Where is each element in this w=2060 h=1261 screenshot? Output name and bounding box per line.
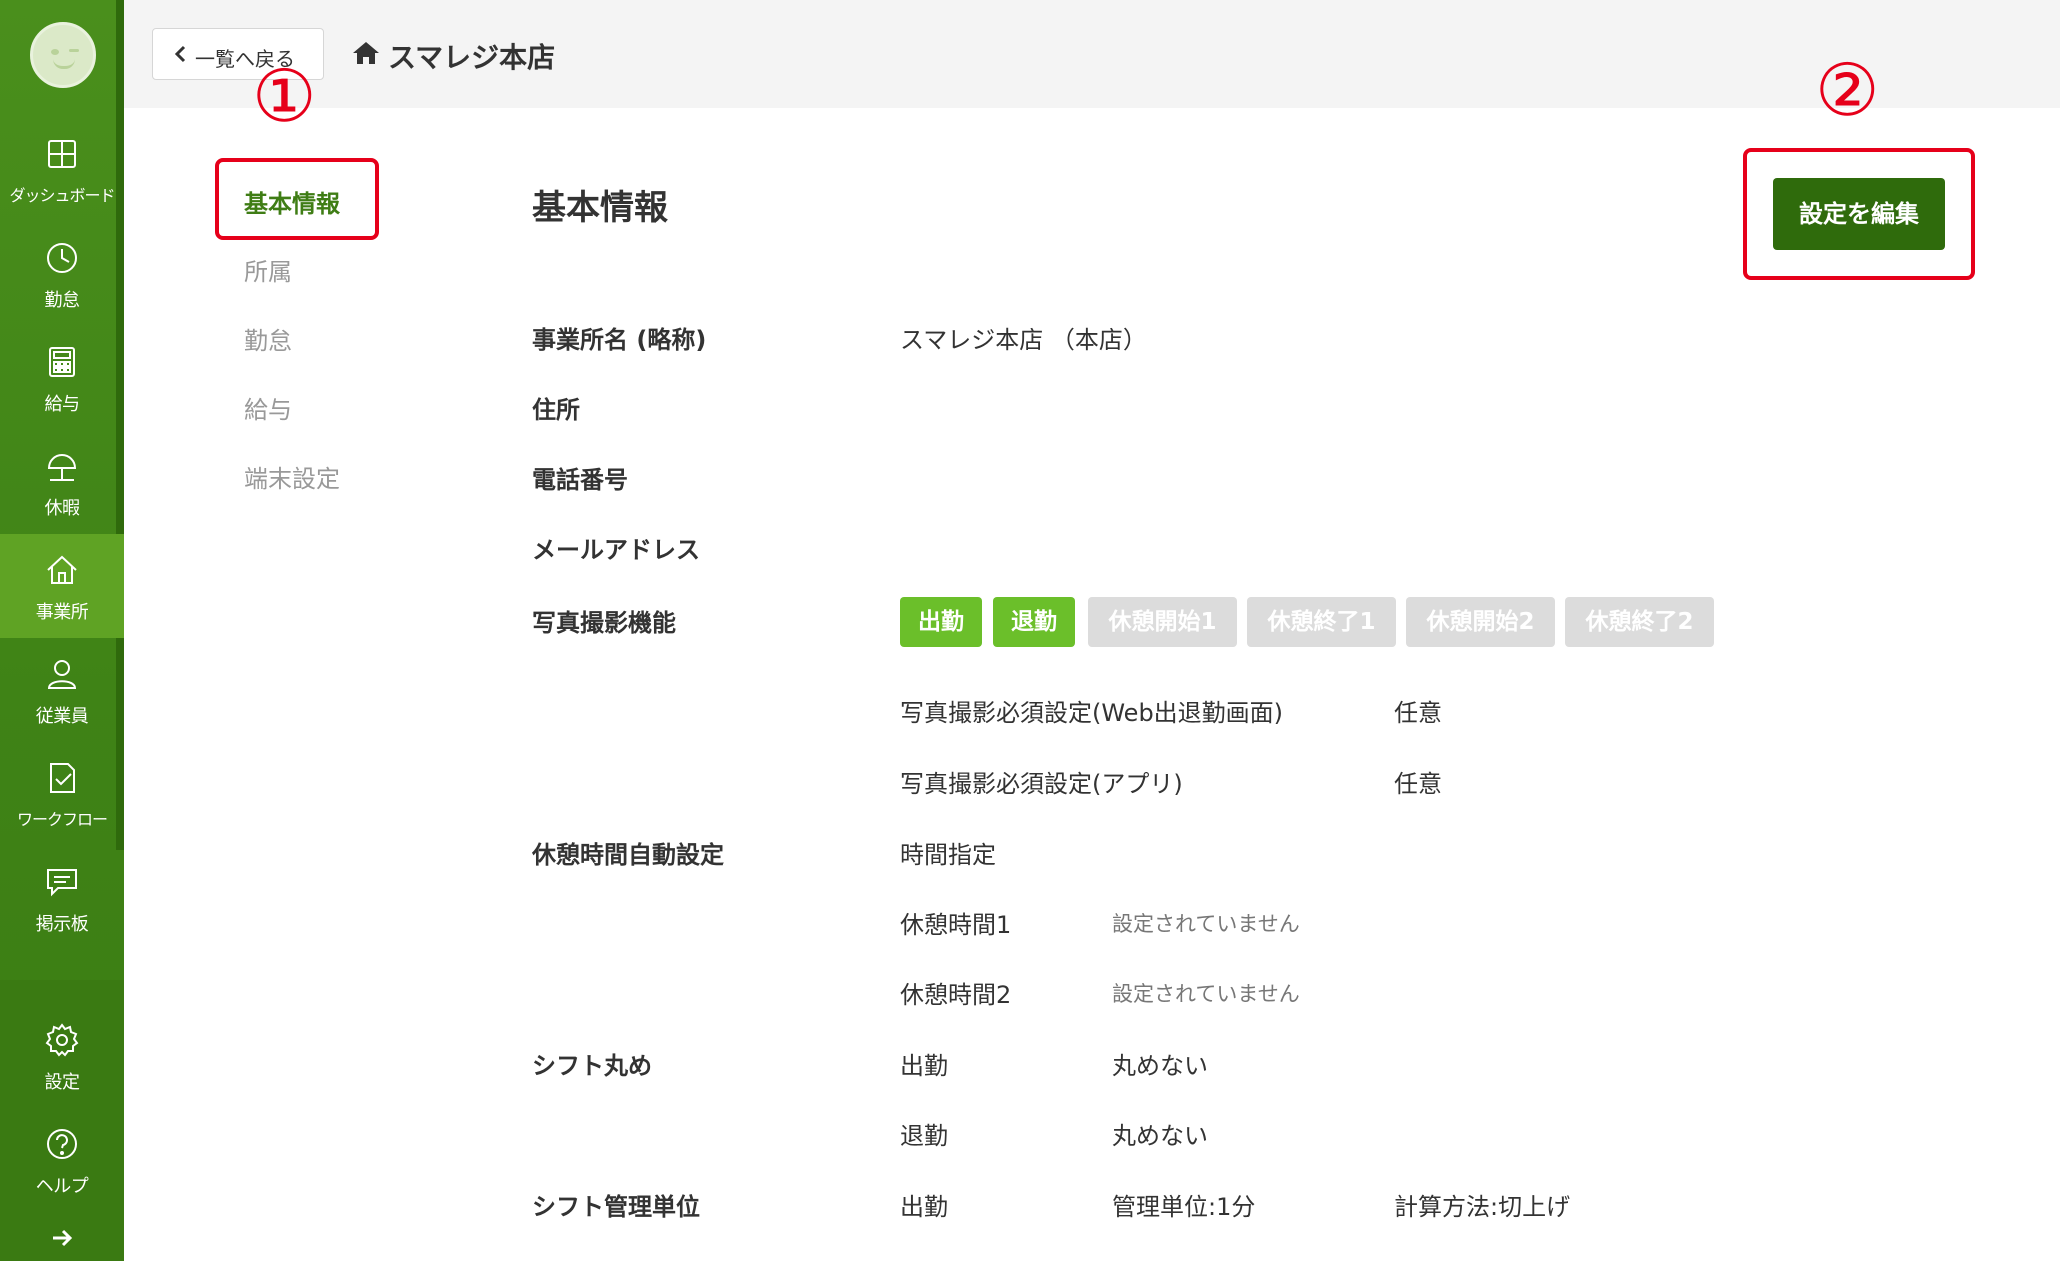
photo-function-label: 写真撮影機能	[532, 609, 676, 637]
sidebar-item-payroll[interactable]: 給与	[0, 326, 124, 430]
help-icon	[47, 1129, 77, 1159]
shift-unit-value: 管理単位:1分	[1112, 1193, 1256, 1221]
break-mode-value: 時間指定	[900, 841, 996, 869]
photo-badge-clock-in: 出勤	[900, 597, 982, 647]
subnav-device-settings[interactable]: 端末設定	[244, 459, 340, 494]
sidebar-item-attendance[interactable]: 勤怠	[0, 222, 124, 326]
shift-rounding-in-value: 丸めない	[1112, 1052, 1208, 1080]
top-bar: 一覧へ戻る スマレジ本店	[124, 0, 2060, 108]
shift-unit-label: シフト管理単位	[532, 1193, 700, 1221]
sidebar-item-bulletin[interactable]: 掲示板	[0, 846, 124, 950]
shift-rounding-in-label: 出勤	[900, 1052, 948, 1080]
calculator-icon	[49, 347, 75, 377]
sidebar-item-label: 事業所	[35, 602, 89, 623]
photo-app-required-value: 任意	[1394, 770, 1442, 798]
message-icon	[47, 869, 77, 897]
sidebar-item-label: ヘルプ	[35, 1176, 89, 1197]
email-label: メールアドレス	[532, 536, 700, 564]
edit-settings-button[interactable]: 設定を編集	[1773, 178, 1945, 250]
sidebar-item-label: 勤怠	[44, 290, 81, 311]
shift-rounding-label: シフト丸め	[532, 1052, 652, 1080]
sidebar: ダッシュボード 勤怠 給与 休暇 事業所 従業員 ワークフロー 掲示板 設定 ヘ…	[0, 0, 124, 1261]
break-time-2-label: 休憩時間2	[900, 981, 1012, 1009]
arrow-right-icon[interactable]	[50, 1226, 74, 1250]
sidebar-item-help[interactable]: ヘルプ	[0, 1108, 124, 1212]
sidebar-item-label: 設定	[44, 1072, 81, 1093]
sidebar-item-label: ワークフロー	[16, 810, 108, 829]
store-name: スマレジ本店	[388, 41, 556, 74]
annotation-number-1: ①	[252, 54, 317, 138]
office-name-label: 事業所名 (略称)	[532, 326, 707, 354]
sidebar-item-leave[interactable]: 休暇	[0, 430, 124, 534]
umbrella-icon	[47, 454, 77, 481]
photo-badge-break-start-2: 休憩開始2	[1406, 597, 1555, 647]
person-icon	[47, 660, 77, 689]
photo-badge-break-start-1: 休憩開始1	[1088, 597, 1237, 647]
photo-web-required-label: 写真撮影必須設定(Web出退勤画面)	[900, 699, 1284, 727]
photo-web-required-value: 任意	[1394, 699, 1442, 727]
sidebar-item-label: 給与	[44, 394, 81, 415]
sidebar-item-office[interactable]: 事業所	[0, 534, 124, 638]
phone-label: 電話番号	[532, 466, 628, 494]
clock-icon	[47, 243, 77, 273]
page-title: 基本情報	[532, 188, 668, 228]
sidebar-item-label: ダッシュボード	[9, 186, 115, 205]
subnav-payroll[interactable]: 給与	[244, 390, 292, 425]
shift-unit-in-label: 出勤	[900, 1193, 948, 1221]
subnav-affiliation[interactable]: 所属	[244, 252, 292, 287]
photo-app-required-label: 写真撮影必須設定(アプリ)	[900, 770, 1183, 798]
office-name-value: スマレジ本店 （本店）	[900, 326, 1147, 354]
chevron-left-icon	[174, 45, 186, 63]
shift-rounding-out-value: 丸めない	[1112, 1122, 1208, 1150]
gear-icon	[45, 1023, 79, 1057]
app-logo[interactable]	[30, 22, 96, 88]
sidebar-item-settings[interactable]: 設定	[0, 1004, 124, 1108]
shift-rounding-out-label: 退勤	[900, 1122, 948, 1150]
sidebar-item-label: 掲示板	[35, 914, 89, 935]
break-time-2-value: 設定されていません	[1112, 982, 1300, 1006]
home-icon	[353, 42, 379, 64]
sidebar-item-dashboard[interactable]: ダッシュボード	[0, 118, 124, 222]
subnav-attendance[interactable]: 勤怠	[244, 321, 292, 356]
checklist-icon	[50, 763, 75, 793]
sidebar-item-label: 休暇	[44, 498, 81, 519]
break-auto-setting-label: 休憩時間自動設定	[532, 841, 724, 869]
sidebar-item-employees[interactable]: 従業員	[0, 638, 124, 742]
annotation-number-2: ②	[1815, 48, 1880, 132]
photo-badge-break-end-2: 休憩終了2	[1565, 597, 1714, 647]
shift-unit-calc-method: 計算方法:切上げ	[1394, 1193, 1571, 1221]
break-time-1-value: 設定されていません	[1112, 912, 1300, 936]
break-time-1-label: 休憩時間1	[900, 911, 1012, 939]
sidebar-item-workflow[interactable]: ワークフロー	[0, 742, 124, 846]
annotation-box-1	[215, 158, 379, 240]
dashboard-icon	[48, 140, 76, 168]
sidebar-item-label: 従業員	[35, 706, 89, 727]
photo-badge-clock-out: 退勤	[993, 597, 1075, 647]
home-icon	[47, 555, 77, 584]
photo-badge-break-end-1: 休憩終了1	[1247, 597, 1396, 647]
address-label: 住所	[532, 396, 580, 424]
